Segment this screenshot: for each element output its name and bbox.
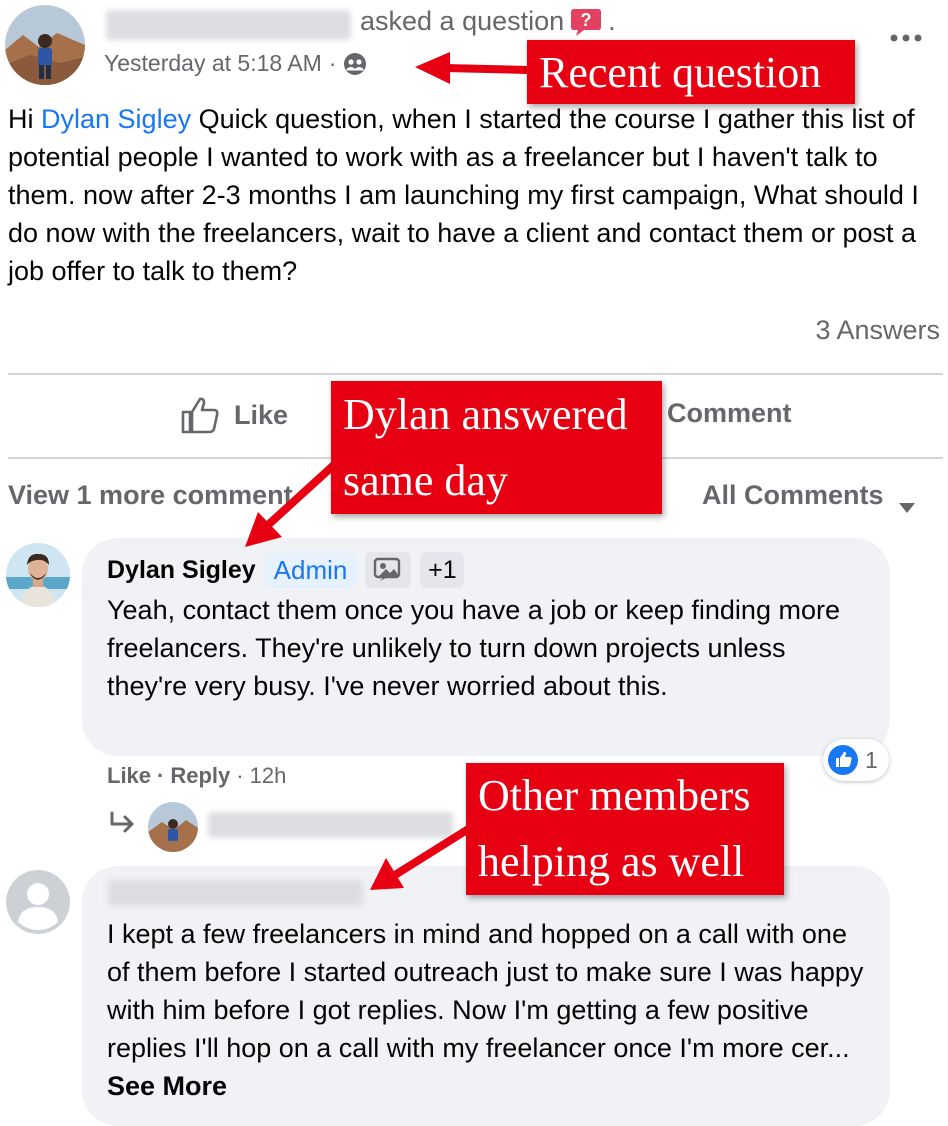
arrow-recent-question xyxy=(415,52,529,84)
arrow-other-members xyxy=(370,824,473,890)
callout-other-members: Other members helping as well xyxy=(466,763,784,895)
callout-dylan-answered: Dylan answered same day xyxy=(331,381,662,514)
callout-text: Recent question xyxy=(539,48,822,97)
callout-line: helping as well xyxy=(478,837,745,886)
annotation-arrows xyxy=(245,52,529,890)
callout-line: same day xyxy=(343,455,508,505)
arrow-dylan-answered xyxy=(245,461,338,547)
callout-recent-question: Recent question xyxy=(527,40,855,104)
callout-line: Other members xyxy=(478,771,751,820)
callout-line: Dylan answered xyxy=(343,389,628,439)
